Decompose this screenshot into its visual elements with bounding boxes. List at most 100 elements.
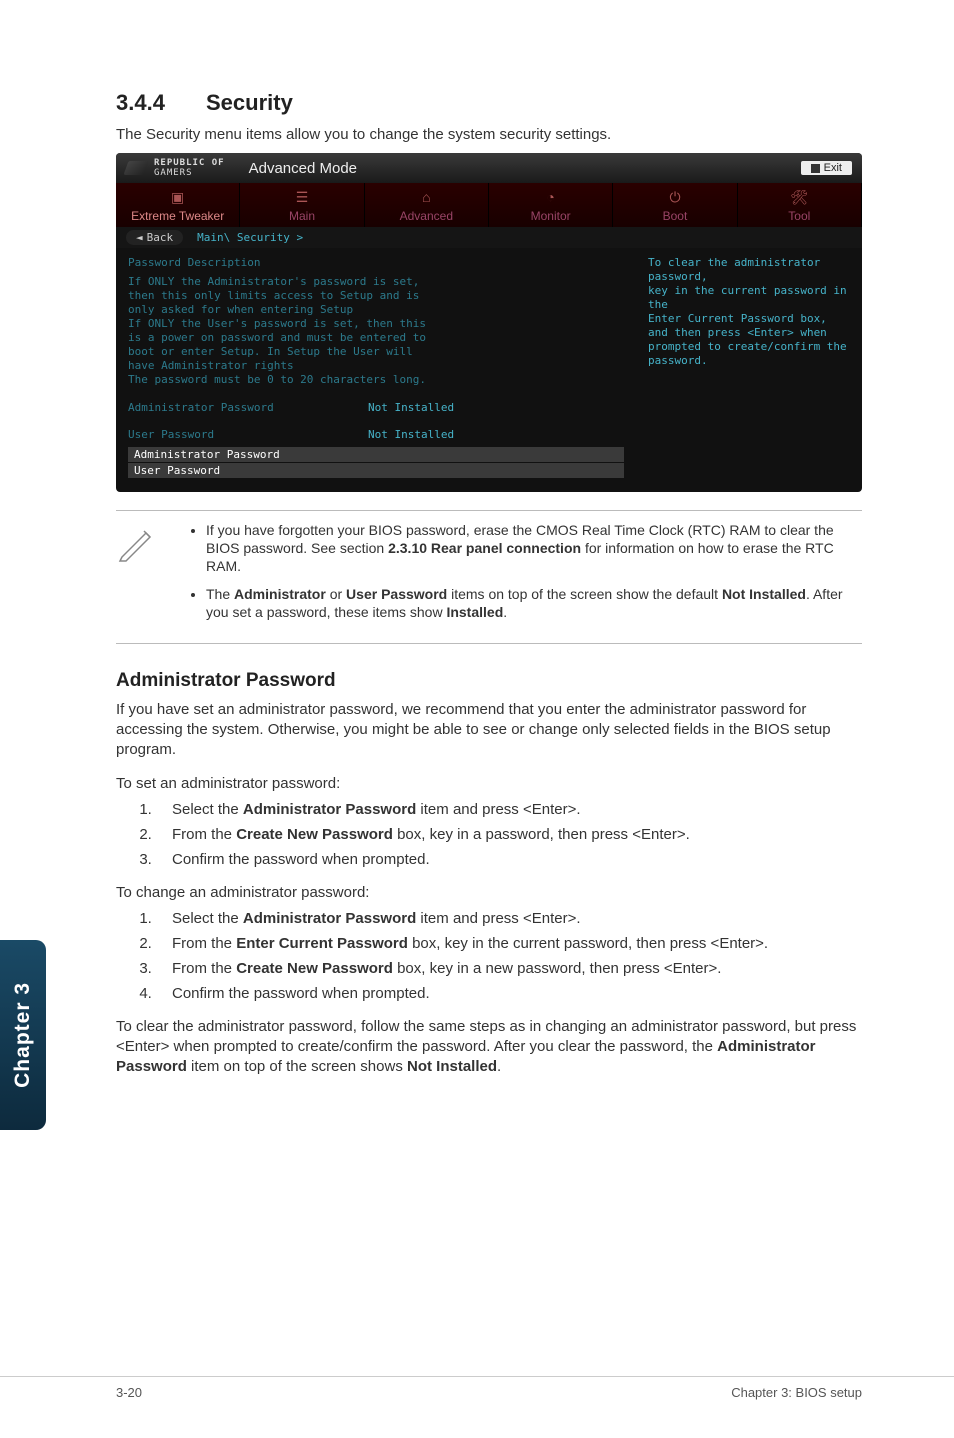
- bios-main-panel: Password Description If ONLY the Adminis…: [116, 248, 636, 492]
- breadcrumb: Main\ Security >: [197, 231, 303, 244]
- note-text: The: [206, 586, 234, 602]
- section-number: 3.4.4: [116, 90, 206, 116]
- step-bold: Create New Password: [236, 826, 393, 843]
- note-bold: 2.3.10 Rear panel connection: [388, 540, 581, 556]
- chapter-side-tab: Chapter 3: [0, 940, 46, 1130]
- help-line: and then press <Enter> when: [648, 326, 850, 340]
- step: From the Create New Password box, key in…: [156, 959, 862, 978]
- status-value: Not Installed: [368, 401, 454, 414]
- tab-extreme-tweaker[interactable]: ▣ Extreme Tweaker: [116, 183, 240, 227]
- status-value: Not Installed: [368, 428, 454, 441]
- help-line: prompted to create/confirm the: [648, 340, 850, 354]
- note-text: or: [326, 586, 346, 602]
- note-text: .: [503, 604, 507, 620]
- desc-line: The password must be 0 to 20 characters …: [128, 373, 624, 387]
- page-number: 3-20: [116, 1385, 142, 1400]
- tab-monitor[interactable]: ◔ Monitor: [489, 183, 613, 227]
- tool-icon: 🛠: [738, 189, 861, 207]
- tab-label: Advanced: [365, 209, 488, 223]
- set-password-steps: Select the Administrator Password item a…: [116, 800, 862, 869]
- desc-line: then this only limits access to Setup an…: [128, 289, 624, 303]
- clear-text: .: [497, 1058, 501, 1075]
- step-bold: Administrator Password: [243, 801, 416, 818]
- brand-line2: GAMERS: [154, 168, 225, 178]
- step: From the Enter Current Password box, key…: [156, 934, 862, 953]
- clear-password-para: To clear the administrator password, fol…: [116, 1017, 862, 1077]
- exit-button[interactable]: Exit: [801, 161, 852, 175]
- mode-label: Advanced Mode: [249, 160, 357, 177]
- list-icon: ☰: [240, 189, 363, 207]
- bios-screenshot: REPUBLIC OF GAMERS Advanced Mode Exit ▣ …: [116, 153, 862, 492]
- step: Confirm the password when prompted.: [156, 850, 862, 869]
- change-password-steps: Select the Administrator Password item a…: [116, 909, 862, 1003]
- password-description-body: If ONLY the Administrator's password is …: [128, 275, 624, 387]
- help-line: Enter Current Password box,: [648, 312, 850, 326]
- tab-boot[interactable]: ⏻ Boot: [613, 183, 737, 227]
- note-item-1: If you have forgotten your BIOS password…: [206, 521, 862, 575]
- set-password-label: To set an administrator password:: [116, 774, 862, 794]
- step: Select the Administrator Password item a…: [156, 909, 862, 928]
- step-text: item and press <Enter>.: [416, 910, 580, 927]
- page-footer: 3-20 Chapter 3: BIOS setup: [0, 1376, 954, 1400]
- admin-password-status: Administrator Password Not Installed: [128, 401, 624, 414]
- brand-line1: REPUBLIC OF: [154, 158, 225, 168]
- section-title: Security: [206, 90, 293, 115]
- note-text: items on top of the screen show the defa…: [447, 586, 722, 602]
- chip-icon: ⌂: [365, 189, 488, 207]
- note-item-2: The Administrator or User Password items…: [206, 585, 862, 621]
- step-text: From the: [172, 826, 236, 843]
- rog-logo-icon: [123, 161, 148, 175]
- help-line: key in the current password in the: [648, 284, 850, 312]
- change-password-label: To change an administrator password:: [116, 883, 862, 903]
- back-label: Back: [147, 231, 174, 244]
- administrator-password-item[interactable]: Administrator Password: [128, 447, 624, 462]
- admin-password-heading: Administrator Password: [116, 670, 862, 692]
- desc-line: have Administrator rights: [128, 359, 624, 373]
- step-text: box, key in a password, then press <Ente…: [393, 826, 690, 843]
- note-bold: Installed: [446, 604, 503, 620]
- help-line: password.: [648, 354, 850, 368]
- clear-text: item on top of the screen shows: [187, 1058, 407, 1075]
- step-text: Select the: [172, 801, 243, 818]
- step-text: item and press <Enter>.: [416, 801, 580, 818]
- step-bold: Create New Password: [236, 960, 393, 977]
- tab-label: Monitor: [489, 209, 612, 223]
- note-bold: Not Installed: [722, 586, 806, 602]
- desc-line: If ONLY the Administrator's password is …: [128, 275, 624, 289]
- step-bold: Administrator Password: [243, 910, 416, 927]
- breadcrumb-row: ◄ Back Main\ Security >: [116, 227, 862, 248]
- clear-bold: Not Installed: [407, 1058, 497, 1075]
- step-text: From the: [172, 935, 236, 952]
- section-lead: The Security menu items allow you to cha…: [116, 126, 862, 143]
- tab-tool[interactable]: 🛠 Tool: [738, 183, 862, 227]
- desc-line: boot or enter Setup. In Setup the User w…: [128, 345, 624, 359]
- step-bold: Enter Current Password: [236, 935, 408, 952]
- tab-main[interactable]: ☰ Main: [240, 183, 364, 227]
- step-text: Select the: [172, 910, 243, 927]
- tab-advanced[interactable]: ⌂ Advanced: [365, 183, 489, 227]
- user-password-status: User Password Not Installed: [128, 428, 624, 441]
- step: Confirm the password when prompted.: [156, 984, 862, 1003]
- tab-label: Main: [240, 209, 363, 223]
- desc-line: only asked for when entering Setup: [128, 303, 624, 317]
- bios-tabs: ▣ Extreme Tweaker ☰ Main ⌂ Advanced ◔ Mo…: [116, 183, 862, 227]
- status-key: Administrator Password: [128, 401, 368, 414]
- desc-line: If ONLY the User's password is set, then…: [128, 317, 624, 331]
- note-bold: User Password: [346, 586, 447, 602]
- gauge-icon: ▣: [116, 189, 239, 207]
- user-password-item[interactable]: User Password: [128, 463, 624, 478]
- pencil-note-icon: [116, 521, 160, 631]
- section-heading: 3.4.4Security: [116, 90, 862, 116]
- password-description-title: Password Description: [128, 256, 624, 269]
- step-text: box, key in a new password, then press <…: [393, 960, 722, 977]
- step: From the Create New Password box, key in…: [156, 825, 862, 844]
- help-line: To clear the administrator password,: [648, 256, 850, 284]
- chapter-side-label: Chapter 3: [11, 982, 35, 1088]
- exit-label: Exit: [824, 162, 842, 174]
- desc-line: is a power on password and must be enter…: [128, 331, 624, 345]
- status-key: User Password: [128, 428, 368, 441]
- back-button[interactable]: ◄ Back: [126, 230, 183, 245]
- power-icon: ⏻: [613, 189, 736, 207]
- step: Select the Administrator Password item a…: [156, 800, 862, 819]
- tab-label: Boot: [613, 209, 736, 223]
